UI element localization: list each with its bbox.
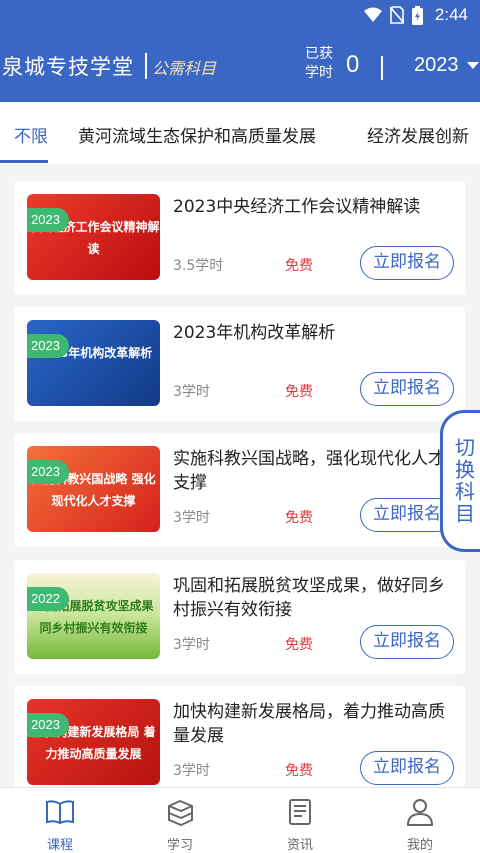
- switch-subject-label: 切换科目: [451, 437, 476, 525]
- books-icon: [168, 800, 193, 826]
- enroll-button[interactable]: 立即报名: [360, 625, 454, 659]
- tab-all[interactable]: 不限: [14, 122, 48, 147]
- user-icon: [406, 799, 434, 826]
- status-time: 2:44: [434, 5, 468, 24]
- active-tab-indicator: [0, 160, 48, 163]
- course-thumbnail: 中央经济工作会议精神解读 2023: [27, 194, 160, 280]
- year-badge: 2023: [27, 208, 69, 232]
- course-title: 2023年机构改革解析: [173, 323, 336, 343]
- course-hours: 3学时: [173, 763, 210, 779]
- year-value: 2023: [414, 54, 459, 76]
- nav-courses[interactable]: 课程: [0, 796, 120, 853]
- brand-subtitle: 公需科目: [152, 59, 217, 78]
- course-hours: 3学时: [173, 384, 210, 400]
- course-price: 免费: [285, 637, 313, 653]
- earned-hours-label: 已获学时: [305, 46, 333, 81]
- chevron-down-icon: [466, 62, 479, 69]
- nav-profile-label: 我的: [406, 838, 433, 853]
- course-thumbnail: 实施科教兴国战略 强化现代化人才支撑 2023: [27, 446, 160, 532]
- nav-profile[interactable]: 我的: [360, 796, 480, 853]
- brand-title: 泉城专技学堂: [2, 55, 134, 79]
- brand-divider: [145, 53, 147, 79]
- course-thumbnail: 巩固拓展脱贫攻坚成果 同乡村振兴有效衔接 2022: [27, 573, 160, 659]
- course-hours: 3学时: [173, 637, 210, 653]
- course-thumbnail: 2023年机构改革解析 2023: [27, 320, 160, 406]
- course-hours: 3学时: [173, 510, 210, 526]
- course-price: 免费: [285, 384, 313, 400]
- status-bar: 2:44: [0, 0, 480, 32]
- earned-hours-value: 0: [346, 51, 360, 78]
- course-card[interactable]: 2023年机构改革解析 2023 2023年机构改革解析 3学时 免费 立即报名: [14, 307, 465, 421]
- status-icons: 2:44: [363, 5, 468, 25]
- enroll-button[interactable]: 立即报名: [360, 751, 454, 785]
- header-divider: [381, 56, 383, 80]
- nav-study[interactable]: 学习: [120, 796, 240, 853]
- tab-economic-innovation[interactable]: 经济发展创新: [367, 122, 469, 147]
- course-card[interactable]: 中央经济工作会议精神解读 2023 2023中央经济工作会议精神解读 3.5学时…: [14, 181, 465, 295]
- enroll-button[interactable]: 立即报名: [360, 372, 454, 406]
- course-card[interactable]: 加快构建新发展格局 着力推动高质量发展 2023 加快构建新发展格局，着力推动高…: [14, 686, 465, 800]
- bottom-nav: 课程 学习 资讯 我的: [0, 787, 480, 853]
- year-badge: 2023: [27, 334, 69, 358]
- nav-news-label: 资讯: [286, 838, 313, 853]
- year-selector[interactable]: 2023: [414, 54, 479, 77]
- course-hours: 3.5学时: [173, 258, 224, 274]
- course-price: 免费: [285, 763, 313, 779]
- year-badge: 2023: [27, 460, 69, 484]
- enroll-button[interactable]: 立即报名: [360, 246, 454, 280]
- course-title: 实施科教兴国战略，强化现代化人才支撑: [173, 449, 445, 493]
- nav-study-label: 学习: [166, 838, 193, 853]
- app-header: 泉城专技学堂 公需科目 已获学时 0 2023: [0, 32, 480, 102]
- category-tabs: 不限 黄河流域生态保护和高质量发展 经济发展创新: [0, 102, 480, 164]
- switch-subject-button[interactable]: 切换科目: [440, 410, 480, 552]
- course-title: 2023中央经济工作会议精神解读: [173, 197, 421, 217]
- no-sim-icon: [389, 6, 404, 24]
- course-thumbnail: 加快构建新发展格局 着力推动高质量发展 2023: [27, 699, 160, 785]
- year-badge: 2022: [27, 587, 69, 611]
- tab-yellow-river[interactable]: 黄河流域生态保护和高质量发展: [78, 122, 316, 147]
- book-open-icon: [46, 800, 74, 825]
- news-icon: [289, 799, 311, 825]
- course-card[interactable]: 巩固拓展脱贫攻坚成果 同乡村振兴有效衔接 2022 巩固和拓展脱贫攻坚成果，做好…: [14, 560, 465, 674]
- course-price: 免费: [285, 510, 313, 526]
- course-card[interactable]: 实施科教兴国战略 强化现代化人才支撑 2023 实施科教兴国战略，强化现代化人才…: [14, 433, 465, 547]
- course-price: 免费: [285, 258, 313, 274]
- nav-courses-label: 课程: [46, 838, 73, 853]
- wifi-icon: [363, 7, 382, 22]
- nav-news[interactable]: 资讯: [240, 796, 360, 853]
- battery-icon: [411, 5, 423, 25]
- course-title: 加快构建新发展格局，着力推动高质量发展: [173, 702, 445, 746]
- year-badge: 2023: [27, 713, 69, 737]
- course-title: 巩固和拓展脱贫攻坚成果，做好同乡村振兴有效衔接: [173, 576, 445, 620]
